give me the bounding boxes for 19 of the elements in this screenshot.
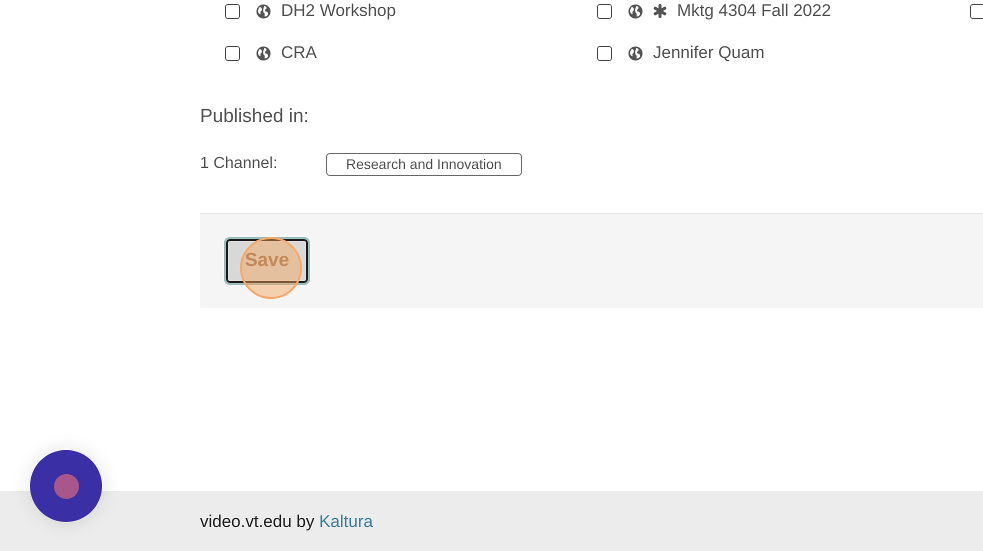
checkbox[interactable] (225, 46, 240, 60)
section-heading: Published in: (200, 105, 310, 127)
channel-count-label: 1 Channel: (200, 154, 278, 174)
checkbox[interactable] (970, 4, 983, 18)
globe-icon (628, 4, 643, 18)
category-label: Jennifer Quam (653, 42, 764, 64)
category-label: DH2 Workshop (281, 0, 396, 22)
footer-text: video.vt.edu by Kaltura (200, 510, 373, 533)
checkbox[interactable] (225, 4, 240, 18)
checkbox[interactable] (597, 46, 612, 60)
channel-tag[interactable]: Research and Innovation (326, 152, 522, 176)
globe-icon (628, 46, 643, 60)
category-label: CRA (281, 42, 317, 64)
kaltura-link[interactable]: Kaltura (319, 512, 373, 531)
globe-icon (256, 46, 271, 60)
globe-icon (256, 4, 271, 18)
asterisk-icon (653, 4, 667, 18)
checkbox[interactable] (597, 4, 612, 18)
category-label: Mktg 4304 Fall 2022 (677, 0, 832, 22)
